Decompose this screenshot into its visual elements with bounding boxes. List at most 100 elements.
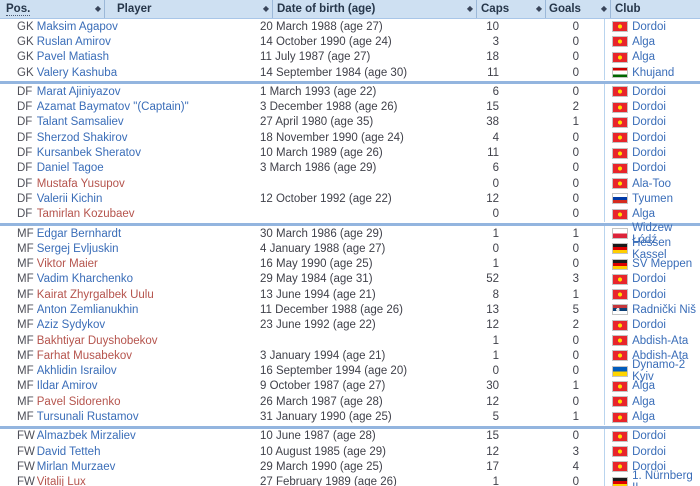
caps-cell: 13: [436, 304, 499, 316]
dob-cell: 18 November 1990 (age 24): [260, 132, 436, 144]
club-link[interactable]: Dordoi: [632, 21, 666, 33]
table-row: GKRuslan Amirov14 October 1990 (age 24)3…: [0, 34, 700, 49]
player-link[interactable]: Azamat Baymatov "(Captain)": [37, 101, 189, 113]
club-link[interactable]: Dordoi: [632, 86, 666, 98]
player-link[interactable]: Anton Zemlianukhin: [37, 304, 139, 316]
column-header-club[interactable]: Club: [611, 0, 700, 18]
player-link[interactable]: Mustafa Yusupov: [37, 178, 125, 190]
club-link[interactable]: SV Meppen: [632, 258, 692, 270]
dob-cell: 26 March 1987 (age 28): [260, 396, 436, 408]
sort-icon[interactable]: ◆: [467, 5, 473, 13]
club-cell: Dordoi: [604, 99, 700, 114]
club-cell: Alga: [604, 207, 700, 222]
player-link[interactable]: Tursunali Rustamov: [37, 411, 139, 423]
club-cell: Radnički Niš: [604, 302, 700, 317]
player-link[interactable]: Marat Ajiniyazov: [37, 86, 121, 98]
player-cell: Talant Samsaliev: [37, 116, 260, 128]
club-link[interactable]: Ala-Too: [632, 178, 671, 190]
column-header-player[interactable]: Player ◆: [105, 0, 273, 18]
player-link[interactable]: Kairat Zhyrgalbek Uulu: [37, 289, 154, 301]
club-cell: Alga: [604, 50, 700, 65]
caps-cell: 0: [436, 208, 499, 220]
club-link[interactable]: Dordoi: [632, 116, 666, 128]
flag-kyrgyzstan-icon: [612, 178, 628, 189]
player-link[interactable]: Mirlan Murzaev: [37, 461, 116, 473]
player-link[interactable]: Sherzod Shakirov: [37, 132, 128, 144]
club-link[interactable]: Dordoi: [632, 132, 666, 144]
player-cell: Ildar Amirov: [37, 380, 260, 392]
club-header-label: Club: [615, 3, 641, 15]
caps-cell: 15: [436, 430, 499, 442]
player-link[interactable]: Talant Samsaliev: [37, 116, 124, 128]
player-header-label: Player: [117, 3, 152, 15]
flag-germany-icon: [612, 243, 628, 254]
table-row: MFIldar Amirov9 October 1987 (age 27)301…: [0, 379, 700, 394]
club-link[interactable]: Dordoi: [632, 430, 666, 442]
column-header-goals[interactable]: Goals ◆: [546, 0, 611, 18]
caps-cell: 17: [436, 461, 499, 473]
player-cell: Maksim Agapov: [37, 21, 260, 33]
goals-cell: 0: [499, 86, 604, 98]
club-link[interactable]: Alga: [632, 411, 655, 423]
table-row: MFAziz Sydykov23 June 1992 (age 22)122Do…: [0, 318, 700, 333]
player-link[interactable]: Pavel Matiash: [37, 51, 109, 63]
club-link[interactable]: Alga: [632, 380, 655, 392]
club-link[interactable]: Dordoi: [632, 147, 666, 159]
player-link[interactable]: Valerii Kichin: [37, 193, 103, 205]
goals-cell: 3: [499, 446, 604, 458]
club-link[interactable]: Abdish-Ata: [632, 335, 688, 347]
player-link[interactable]: Edgar Bernhardt: [37, 228, 121, 240]
player-link[interactable]: Pavel Sidorenko: [37, 396, 121, 408]
player-link[interactable]: Ruslan Amirov: [37, 36, 111, 48]
club-link[interactable]: Khujand: [632, 67, 674, 79]
sort-icon[interactable]: ◆: [536, 5, 542, 13]
player-cell: Valerii Kichin: [37, 193, 260, 205]
caps-cell: 18: [436, 51, 499, 63]
club-link[interactable]: Dordoi: [632, 289, 666, 301]
player-link[interactable]: Ildar Amirov: [37, 380, 98, 392]
player-link[interactable]: Kursanbek Sheratov: [37, 147, 141, 159]
club-link[interactable]: Alga: [632, 51, 655, 63]
player-link[interactable]: David Tetteh: [37, 446, 101, 458]
player-link[interactable]: Akhlidin Israilov: [37, 365, 117, 377]
caps-cell: 30: [436, 380, 499, 392]
column-header-caps[interactable]: Caps ◆: [477, 0, 546, 18]
club-link[interactable]: Alga: [632, 208, 655, 220]
caps-cell: 12: [436, 396, 499, 408]
player-link[interactable]: Aziz Sydykov: [37, 319, 105, 331]
goals-cell: 0: [499, 430, 604, 442]
column-header-pos[interactable]: Pos. ◆: [0, 0, 105, 18]
player-cell: Anton Zemlianukhin: [37, 304, 260, 316]
club-link[interactable]: Dordoi: [632, 446, 666, 458]
player-link[interactable]: Sergej Evljuskin: [37, 243, 119, 255]
club-link[interactable]: Tyumen: [632, 193, 673, 205]
sort-icon[interactable]: ◆: [263, 5, 269, 13]
club-link[interactable]: Dordoi: [632, 101, 666, 113]
player-link[interactable]: Almazbek Mirzaliev: [37, 430, 136, 442]
club-link[interactable]: Alga: [632, 36, 655, 48]
club-link[interactable]: Dordoi: [632, 162, 666, 174]
club-link[interactable]: Radnički Niš: [632, 304, 696, 316]
dob-cell: 30 March 1986 (age 29): [260, 228, 436, 240]
position-cell: MF: [0, 273, 37, 285]
player-cell: David Tetteh: [37, 446, 260, 458]
player-link[interactable]: Vadim Kharchenko: [37, 273, 133, 285]
sort-icon[interactable]: ◆: [601, 5, 607, 13]
player-link[interactable]: Vitalij Lux: [37, 476, 86, 486]
player-link[interactable]: Valery Kashuba: [37, 67, 117, 79]
player-link[interactable]: Daniel Tagoe: [37, 162, 104, 174]
player-link[interactable]: Viktor Maier: [37, 258, 98, 270]
club-link[interactable]: Dordoi: [632, 273, 666, 285]
player-link[interactable]: Maksim Agapov: [37, 21, 118, 33]
dob-cell: 4 January 1988 (age 27): [260, 243, 436, 255]
column-header-dob[interactable]: Date of birth (age) ◆: [273, 0, 477, 18]
sort-icon[interactable]: ◆: [95, 5, 101, 13]
player-link[interactable]: Farhat Musabekov: [37, 350, 132, 362]
player-cell: Azamat Baymatov "(Captain)": [37, 101, 260, 113]
player-link[interactable]: Tamirlan Kozubaev: [37, 208, 135, 220]
club-link[interactable]: Alga: [632, 396, 655, 408]
club-link[interactable]: 1. Nürnberg II: [632, 470, 700, 486]
club-link[interactable]: Dordoi: [632, 319, 666, 331]
player-link[interactable]: Bakhtiyar Duyshobekov: [37, 335, 158, 347]
table-row: MFAkhlidin Israilov16 September 1994 (ag…: [0, 364, 700, 379]
